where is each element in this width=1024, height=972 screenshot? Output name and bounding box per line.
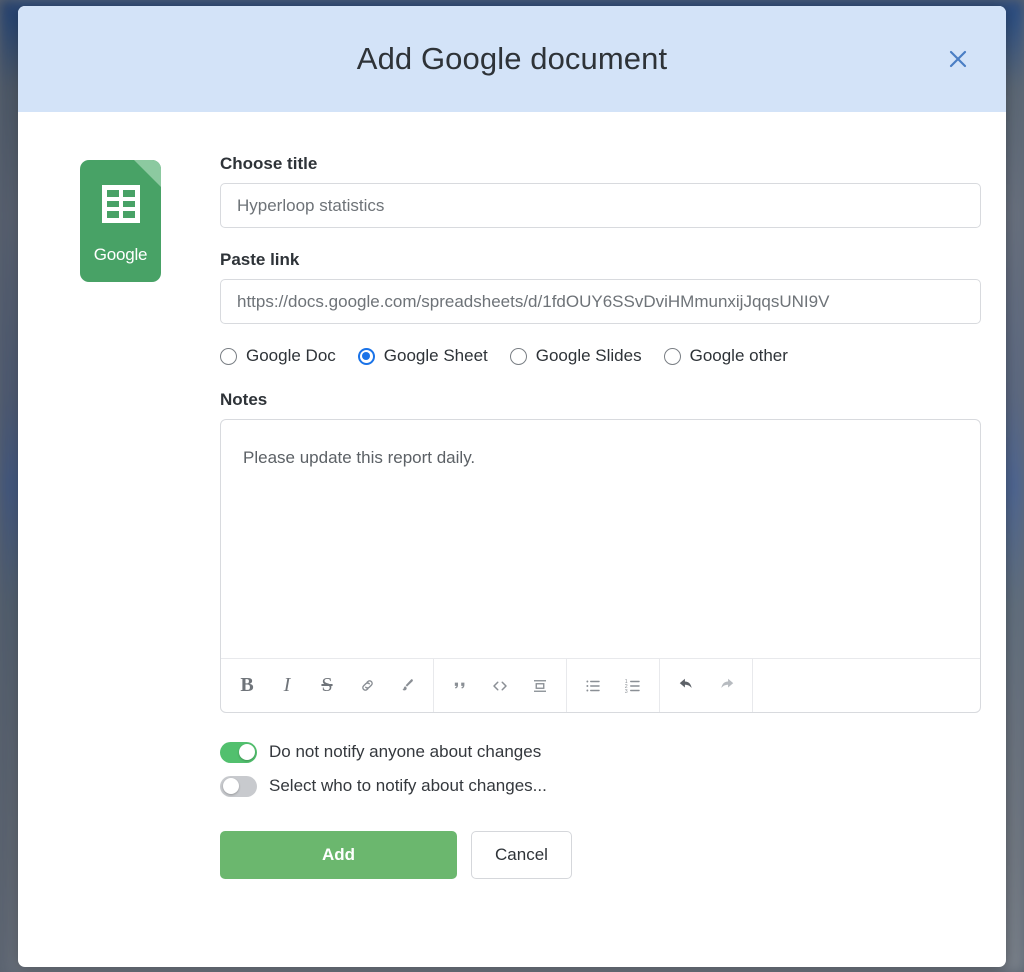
blockquote-icon[interactable]	[448, 674, 472, 698]
dialog-header: Add Google document	[18, 6, 1006, 112]
strikethrough-icon[interactable]: S	[315, 674, 339, 698]
radio-circle-icon	[509, 347, 527, 365]
document-type-radio-group: Google Doc Google Sheet Google Slides Go…	[220, 346, 981, 366]
bold-icon[interactable]: B	[235, 674, 259, 698]
icon-brand-label: Google	[93, 245, 148, 264]
form-column: Choose title Paste link Google Doc Googl…	[220, 154, 993, 967]
notes-textarea[interactable]: Please update this report daily.	[221, 420, 980, 658]
radio-google-sheet[interactable]: Google Sheet	[357, 346, 488, 366]
dialog-actions: Add Cancel	[220, 831, 981, 879]
toolbar-group-lists: 1 2 3	[567, 659, 660, 712]
radio-circle-selected-icon	[357, 347, 375, 365]
title-field-label: Choose title	[220, 154, 318, 173]
link-field-label: Paste link	[220, 250, 300, 269]
notes-field-label: Notes	[220, 390, 268, 409]
block-align-icon[interactable]	[528, 674, 552, 698]
toggle-label: Do not notify anyone about changes	[269, 742, 542, 761]
dialog-body: Google Choose title Paste link Google Do…	[18, 112, 1006, 967]
bullet-list-icon[interactable]	[581, 674, 605, 698]
radio-google-slides[interactable]: Google Slides	[509, 346, 642, 366]
toolbar-group-block	[434, 659, 567, 712]
toolbar-group-history	[660, 659, 753, 712]
numbered-list-icon[interactable]: 1 2 3	[621, 674, 645, 698]
cancel-button[interactable]: Cancel	[471, 831, 572, 879]
spreadsheet-grid-icon	[101, 185, 140, 223]
toggle-switch-off-icon	[220, 775, 257, 797]
radio-label: Google Sheet	[383, 346, 488, 365]
radio-google-other[interactable]: Google other	[663, 346, 788, 366]
radio-label: Google other	[689, 346, 788, 365]
radio-google-doc[interactable]: Google Doc	[220, 346, 336, 366]
add-google-document-dialog: Add Google document Google Choose title …	[18, 6, 1006, 967]
toggle-select-who-to-notify[interactable]: Select who to notify about changes...	[220, 769, 981, 803]
close-icon	[946, 47, 970, 71]
brush-icon[interactable]	[395, 674, 419, 698]
notes-editor: Please update this report daily. B I S 1…	[220, 419, 981, 713]
toolbar-empty-space	[753, 659, 980, 712]
toggle-switch-on-icon	[220, 741, 257, 763]
editor-toolbar: B I S 1 2 3	[221, 658, 980, 712]
toggle-label: Select who to notify about changes...	[269, 776, 547, 795]
radio-label: Google Doc	[246, 346, 336, 365]
radio-label: Google Slides	[535, 346, 642, 365]
link-icon[interactable]	[355, 674, 379, 698]
toggle-do-not-notify[interactable]: Do not notify anyone about changes	[220, 735, 981, 769]
link-input[interactable]	[220, 279, 981, 324]
notification-toggles: Do not notify anyone about changes Selec…	[220, 735, 981, 803]
title-input[interactable]	[220, 183, 981, 228]
code-icon[interactable]	[488, 674, 512, 698]
google-sheets-icon: Google	[80, 160, 161, 282]
undo-icon[interactable]	[674, 674, 698, 698]
redo-icon[interactable]	[714, 674, 738, 698]
svg-text:3: 3	[625, 688, 628, 694]
radio-circle-icon	[220, 347, 237, 365]
toolbar-group-text: B I S	[221, 659, 434, 712]
document-icon-column: Google	[62, 154, 220, 967]
add-button[interactable]: Add	[220, 831, 457, 879]
dialog-title: Add Google document	[356, 41, 668, 76]
radio-circle-icon	[663, 347, 681, 365]
close-button[interactable]	[938, 39, 978, 79]
italic-icon[interactable]: I	[275, 674, 299, 698]
